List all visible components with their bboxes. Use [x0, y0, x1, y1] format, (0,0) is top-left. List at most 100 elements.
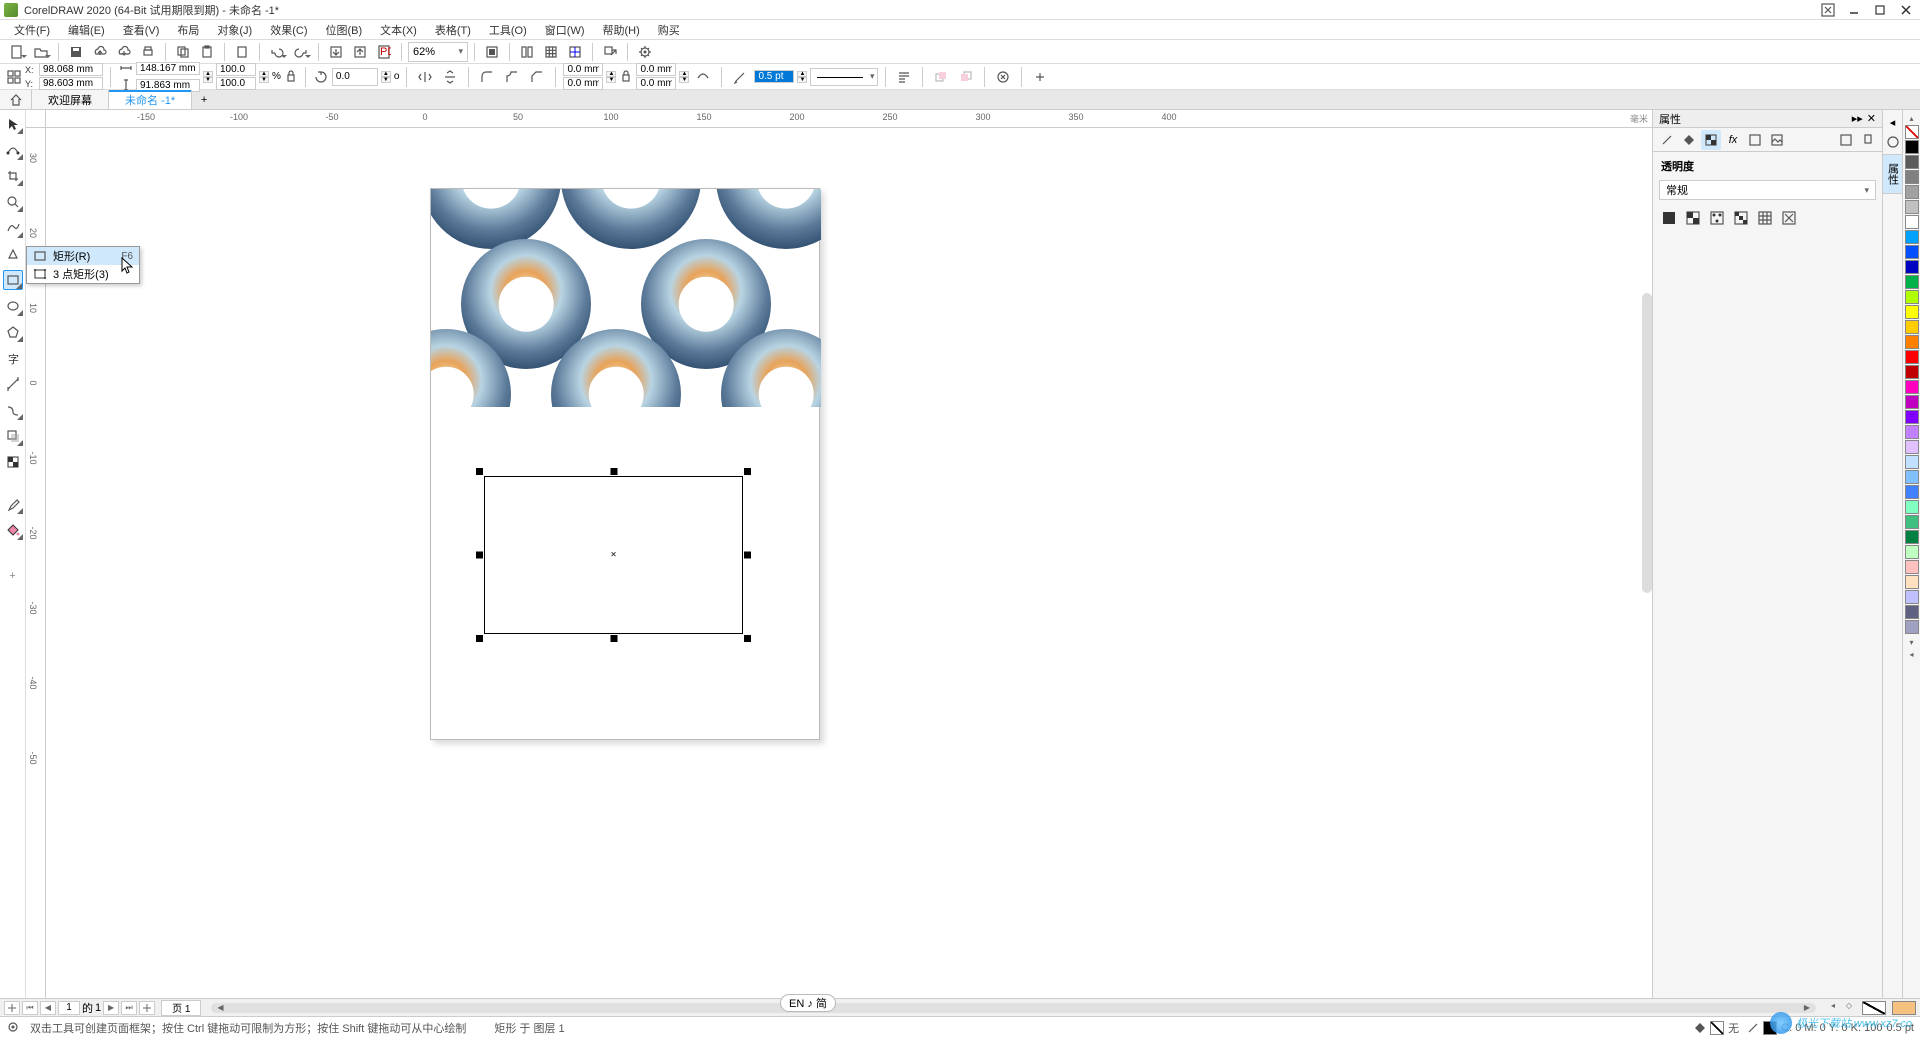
open-button[interactable]: [30, 41, 52, 63]
menu-object[interactable]: 对象(J): [209, 20, 260, 40]
side-tab-collapse[interactable]: ◂: [1885, 114, 1901, 130]
fullscreen-button[interactable]: [481, 41, 503, 63]
menu-edit[interactable]: 编辑(E): [60, 20, 113, 40]
docker-close-icon[interactable]: ✕: [1867, 112, 1876, 125]
rotation-spinner[interactable]: ▲▼: [381, 71, 391, 83]
menu-buy[interactable]: 购买: [650, 20, 688, 40]
first-page-button[interactable]: ⏮: [22, 1001, 38, 1015]
menu-text[interactable]: 文本(X): [372, 20, 425, 40]
launch-button[interactable]: [599, 41, 621, 63]
current-page-input[interactable]: [58, 1001, 80, 1015]
maximize-button[interactable]: [1870, 2, 1890, 18]
status-fill-indicator[interactable]: 无: [1694, 1020, 1739, 1036]
handle-bot-right[interactable]: [744, 635, 751, 642]
zoom-combo[interactable]: 62%: [408, 42, 468, 62]
print-button[interactable]: [137, 41, 159, 63]
corner-tr-input[interactable]: [636, 63, 676, 76]
size-spinner[interactable]: ▲▼: [203, 71, 213, 83]
palette-swatch[interactable]: [1905, 395, 1919, 409]
handle-bot-left[interactable]: [476, 635, 483, 642]
palette-swatch[interactable]: [1905, 605, 1919, 619]
add-page-button[interactable]: [4, 1001, 20, 1015]
add-tab-button[interactable]: +: [192, 90, 216, 109]
toolbox-customize-button[interactable]: +: [5, 568, 21, 584]
palette-up-button[interactable]: ▴: [1905, 112, 1919, 124]
handle-mid-right[interactable]: [744, 552, 751, 559]
next-page-button[interactable]: ▶: [103, 1001, 119, 1015]
menu-bitmap[interactable]: 位图(B): [318, 20, 371, 40]
page-tab-1[interactable]: 页 1: [161, 1000, 201, 1016]
save-button[interactable]: [65, 41, 87, 63]
corner-round-button[interactable]: [476, 66, 498, 88]
drawing-canvas[interactable]: ×: [46, 128, 1652, 998]
scale-x-input[interactable]: [216, 63, 256, 76]
x-input[interactable]: [39, 63, 103, 76]
shape-tool[interactable]: [3, 140, 23, 160]
outline-style-combo[interactable]: [810, 68, 878, 86]
docker-tab-fx[interactable]: fx: [1723, 130, 1743, 150]
palette-swatch[interactable]: [1905, 185, 1919, 199]
guides-button[interactable]: [564, 41, 586, 63]
selected-rectangle[interactable]: ×: [476, 468, 751, 642]
docker-tab-outline[interactable]: [1657, 130, 1677, 150]
menu-view[interactable]: 查看(V): [115, 20, 168, 40]
prev-page-button[interactable]: ◀: [40, 1001, 56, 1015]
docker-tab-bitmap[interactable]: [1767, 130, 1787, 150]
snap-button[interactable]: [516, 41, 538, 63]
export-button[interactable]: [349, 41, 371, 63]
horizontal-scrollbar[interactable]: ◀ ▶: [211, 1003, 1816, 1013]
polygon-tool[interactable]: [3, 322, 23, 342]
palette-swatch[interactable]: [1905, 530, 1919, 544]
palette-swatch[interactable]: [1905, 515, 1919, 529]
menu-tools[interactable]: 工具(O): [481, 20, 535, 40]
connector-tool[interactable]: [3, 400, 23, 420]
crop-tool[interactable]: [3, 166, 23, 186]
trans-pattern[interactable]: [1707, 208, 1727, 228]
palette-swatch[interactable]: [1905, 290, 1919, 304]
handle-bot-mid[interactable]: [610, 635, 617, 642]
palette-swatch[interactable]: [1905, 620, 1919, 634]
scale-y-input[interactable]: [216, 77, 256, 90]
fill-tool[interactable]: [3, 520, 23, 540]
redo-button[interactable]: [290, 41, 312, 63]
corner-chamfer-button[interactable]: [526, 66, 548, 88]
copy-button[interactable]: [172, 41, 194, 63]
palette-swatch[interactable]: [1905, 455, 1919, 469]
add-preset-button[interactable]: [1029, 66, 1051, 88]
palette-swatch[interactable]: [1905, 590, 1919, 604]
minimize-button[interactable]: [1844, 2, 1864, 18]
cloud-down-button[interactable]: [113, 41, 135, 63]
palette-swatch[interactable]: [1905, 170, 1919, 184]
cloud-up-button[interactable]: [89, 41, 111, 63]
width-input[interactable]: [136, 62, 200, 75]
outline-spinner[interactable]: ▲▼: [797, 71, 807, 83]
to-back-button[interactable]: [955, 66, 977, 88]
palette-swatch[interactable]: [1905, 365, 1919, 379]
side-tab-properties[interactable]: 属性: [1882, 154, 1904, 194]
palette-swatch[interactable]: [1905, 560, 1919, 574]
palette-swatch[interactable]: [1905, 500, 1919, 514]
palette-swatch[interactable]: [1905, 215, 1919, 229]
trans-texture[interactable]: [1755, 208, 1775, 228]
docker-new-window[interactable]: [1836, 130, 1856, 150]
ime-indicator[interactable]: EN ♪ 简: [780, 994, 836, 1012]
outline-width-input[interactable]: [754, 70, 794, 83]
new-button[interactable]: [6, 41, 28, 63]
freehand-tool[interactable]: [3, 218, 23, 238]
palette-swatch[interactable]: [1905, 575, 1919, 589]
last-page-button[interactable]: ⏭: [121, 1001, 137, 1015]
side-tab-icon-1[interactable]: [1885, 134, 1901, 150]
trans-postscript[interactable]: [1779, 208, 1799, 228]
handle-top-mid[interactable]: [610, 468, 617, 475]
rectangle-tool[interactable]: [3, 270, 23, 290]
scale-spinner[interactable]: ▲▼: [259, 71, 269, 83]
status-options-icon[interactable]: [6, 1020, 22, 1036]
options-button[interactable]: [634, 41, 656, 63]
handle-top-left[interactable]: [476, 468, 483, 475]
home-tab[interactable]: [0, 90, 32, 109]
eyedropper-tool[interactable]: [3, 494, 23, 514]
handle-mid-left[interactable]: [476, 552, 483, 559]
corner-scallop-button[interactable]: [501, 66, 523, 88]
palette-swatch[interactable]: [1905, 470, 1919, 484]
import-button[interactable]: [325, 41, 347, 63]
